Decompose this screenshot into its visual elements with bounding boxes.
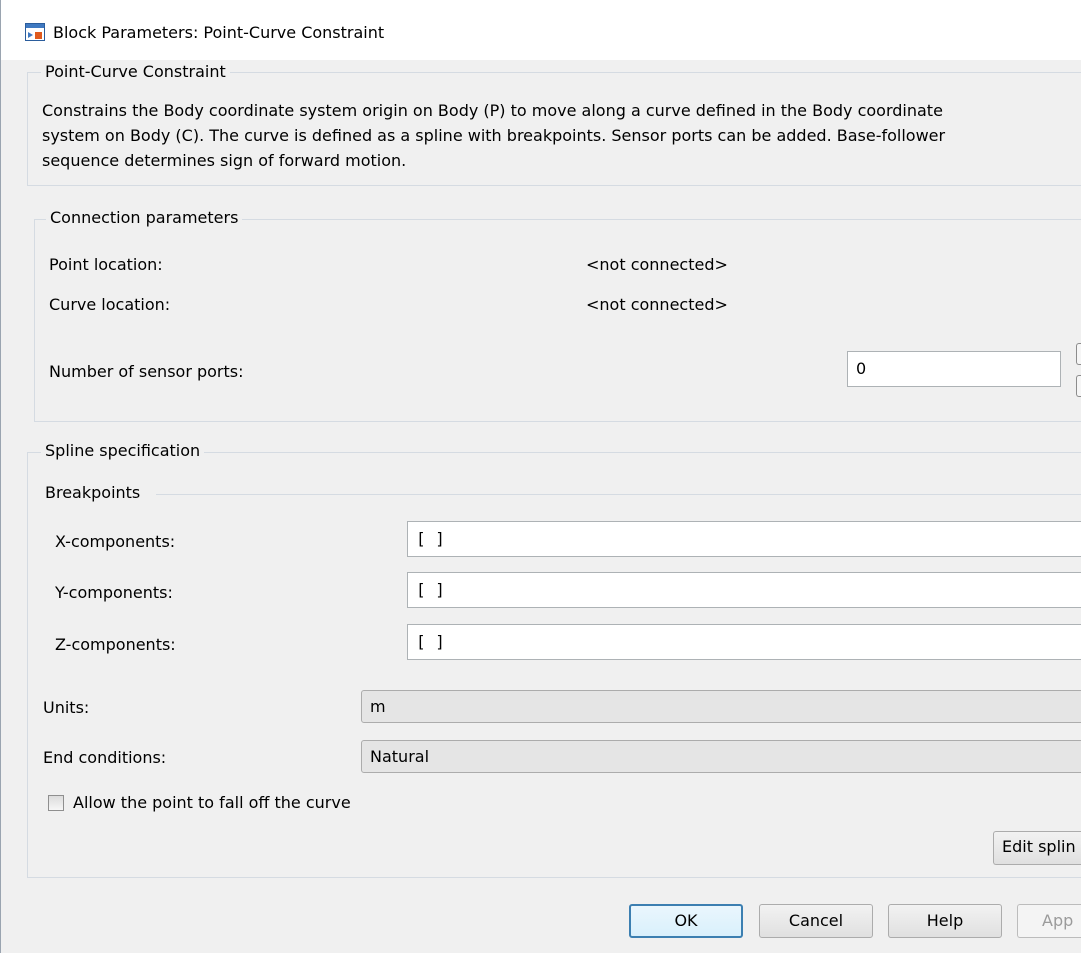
description-line-1: Constrains the Body coordinate system or… (42, 101, 943, 120)
allow-falloff-label[interactable]: Allow the point to fall off the curve (73, 793, 351, 812)
units-dropdown[interactable]: m (361, 690, 1081, 723)
curve-location-label: Curve location: (49, 295, 171, 314)
cancel-button[interactable]: Cancel (759, 904, 873, 938)
ok-button[interactable]: OK (629, 904, 743, 938)
x-components-label: X-components: (55, 532, 176, 551)
description-line-3: sequence determines sign of forward moti… (42, 151, 407, 170)
units-label: Units: (43, 698, 90, 717)
block-description-text: Constrains the Body coordinate system or… (42, 98, 1077, 173)
breakpoints-legend: Breakpoints (45, 483, 141, 502)
connection-parameters-group (34, 219, 1081, 422)
connection-parameters-legend: Connection parameters (46, 208, 243, 227)
spline-specification-legend: Spline specification (41, 441, 205, 460)
point-location-value: <not connected> (586, 255, 728, 274)
window-title: Block Parameters: Point-Curve Constraint (53, 23, 385, 42)
point-location-label: Point location: (49, 255, 163, 274)
x-components-field[interactable]: [ ] (407, 521, 1081, 557)
help-button[interactable]: Help (888, 904, 1002, 938)
end-conditions-dropdown[interactable]: Natural (361, 740, 1081, 773)
end-conditions-label: End conditions: (43, 748, 167, 767)
apply-button[interactable]: App (1017, 904, 1081, 938)
block-parameters-dialog: Block Parameters: Point-Curve Constraint… (0, 0, 1081, 953)
y-components-label: Y-components: (55, 583, 173, 602)
simulink-block-icon (25, 23, 45, 41)
allow-falloff-checkbox[interactable] (48, 795, 64, 811)
edit-spline-button[interactable]: Edit splin (993, 831, 1081, 865)
sensor-ports-label: Number of sensor ports: (49, 362, 244, 381)
title-bar[interactable]: Block Parameters: Point-Curve Constraint (1, 0, 1081, 60)
y-components-field[interactable]: [ ] (407, 572, 1081, 608)
sensor-ports-decrement-button[interactable] (1076, 375, 1081, 397)
sensor-ports-increment-button[interactable] (1076, 343, 1081, 365)
z-components-field[interactable]: [ ] (407, 624, 1081, 660)
curve-location-value: <not connected> (586, 295, 728, 314)
breakpoints-separator (156, 494, 1081, 495)
sensor-ports-field[interactable]: 0 (847, 351, 1061, 387)
z-components-label: Z-components: (55, 635, 176, 654)
spline-specification-group (27, 452, 1081, 878)
description-line-2: system on Body (C). The curve is defined… (42, 126, 946, 145)
block-description-legend: Point-Curve Constraint (41, 62, 230, 81)
